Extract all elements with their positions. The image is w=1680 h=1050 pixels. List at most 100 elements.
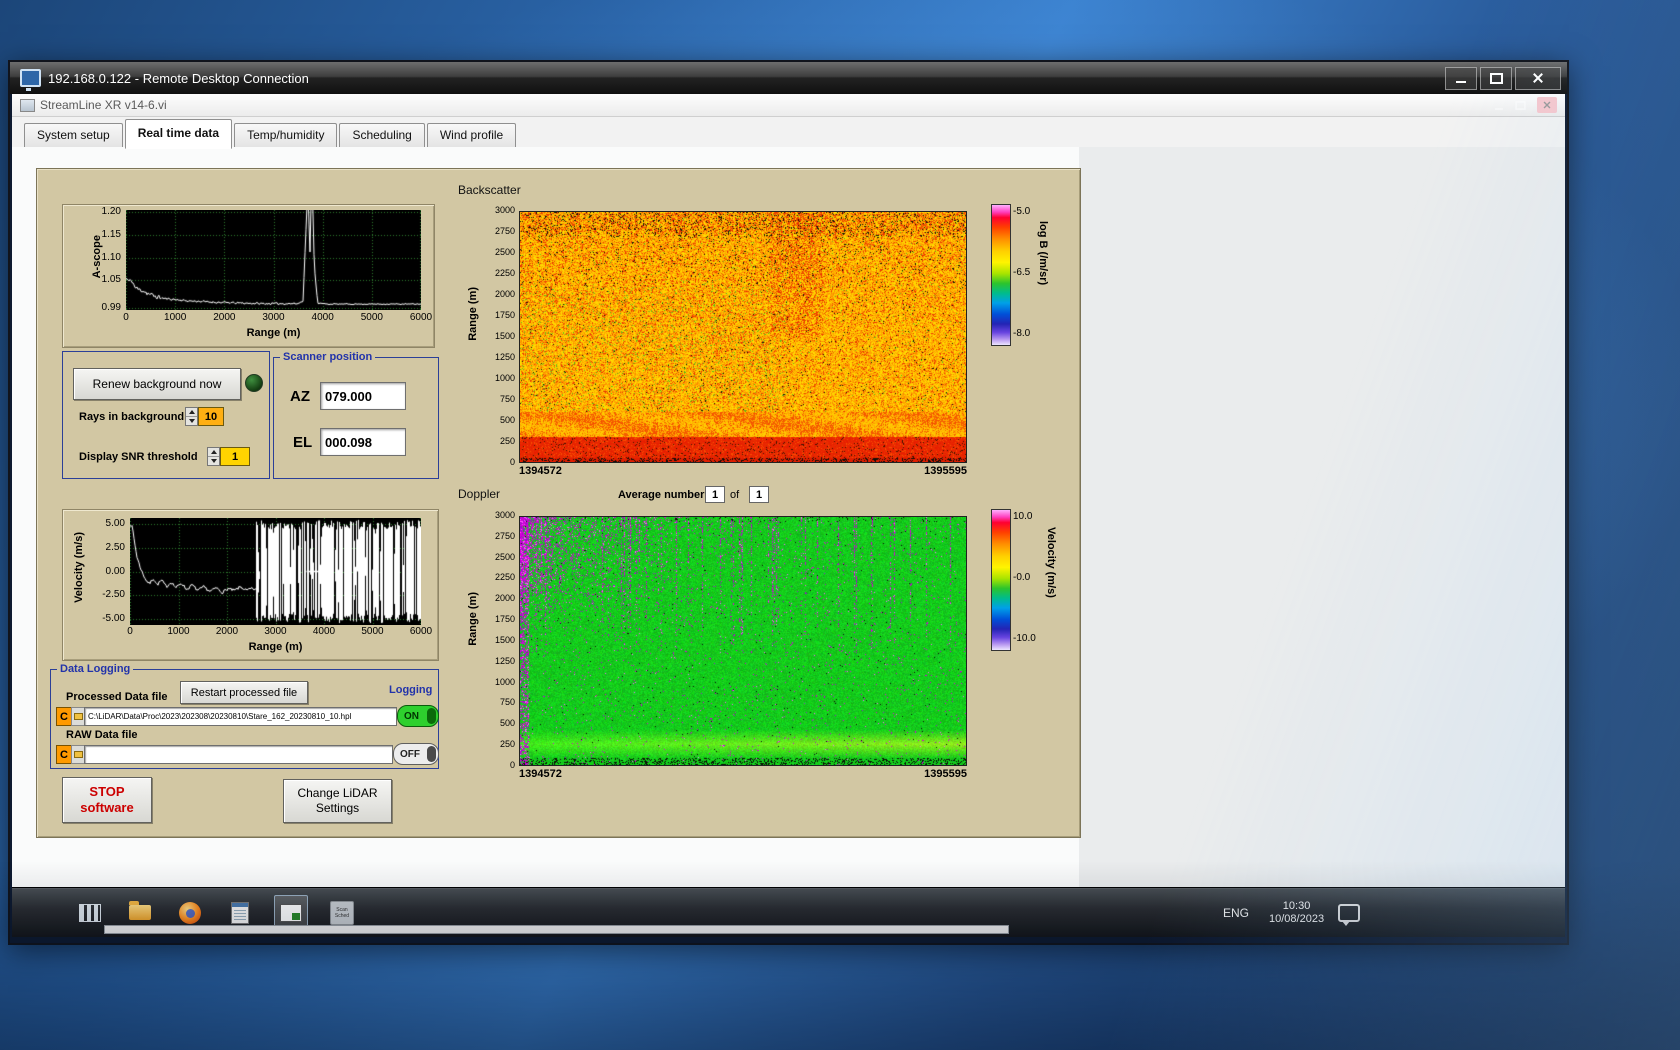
snr-threshold-label: Display SNR threshold	[79, 451, 198, 463]
app-maximize-icon[interactable]	[1515, 100, 1526, 110]
restart-processed-file-button[interactable]: Restart processed file	[180, 681, 308, 704]
velocity-plot-frame: Velocity (m/s) 5.00 2.50 0.00 -2.50 -5.00 0 1…	[62, 509, 439, 661]
clock-date: 10/08/2023	[1269, 912, 1325, 925]
range-tick-label: 1250	[494, 655, 515, 666]
range-tick-label: 2250	[494, 268, 515, 278]
average-total-field[interactable]: 1	[749, 486, 769, 503]
velocity-plot	[130, 518, 421, 625]
backscatter-heatmap	[519, 211, 967, 463]
maximize-icon	[1489, 72, 1503, 84]
ascope-plot-frame: A-scope 1.20 1.15 1.10 1.05 0.99 0 1000 2000 30…	[62, 204, 435, 348]
y-tick-label: 0.00	[105, 565, 125, 577]
system-tray: ENG 10:30 10/08/2023	[1217, 888, 1361, 937]
tab-system-setup[interactable]: System setup	[24, 123, 123, 148]
rdp-close-button[interactable]	[1515, 66, 1561, 90]
taskbar-scan-scheduler[interactable]: Scan Sched	[326, 896, 358, 930]
rays-spinner[interactable]	[185, 407, 198, 426]
rdp-maximize-button[interactable]	[1480, 66, 1512, 90]
average-of-label: of	[730, 489, 740, 501]
logging-label: Logging	[389, 684, 433, 696]
el-label: EL	[293, 434, 313, 451]
processed-drive-selector[interactable]: C	[56, 707, 72, 726]
tab-scheduling[interactable]: Scheduling	[339, 123, 425, 148]
tab-temp-humidity[interactable]: Temp/humidity	[234, 123, 338, 148]
y-tick-label: 0.99	[101, 301, 121, 313]
rdp-titlebar[interactable]: 192.168.0.122 - Remote Desktop Connectio…	[10, 62, 1567, 94]
colorbar-tick-label: -6.5	[1013, 267, 1031, 278]
backscatter-x-start: 1394572	[519, 465, 562, 477]
y-tick-label: -5.00	[102, 613, 125, 625]
range-tick-label: 1000	[494, 373, 515, 383]
taskbar-firefox[interactable]	[174, 896, 206, 930]
doppler-colorbar-label: Velocity (m/s)	[1045, 527, 1057, 598]
tab-wind-profile[interactable]: Wind profile	[426, 123, 517, 148]
velocity-x-axis-label: Range (m)	[248, 641, 303, 653]
rdp-window: 192.168.0.122 - Remote Desktop Connectio…	[8, 60, 1569, 945]
y-tick-label: 1.15	[101, 229, 121, 240]
velocity-y-ticks: 5.00 2.50 0.00 -2.50 -5.00	[87, 518, 127, 625]
snr-spinner[interactable]	[207, 447, 220, 466]
close-icon	[1543, 101, 1551, 109]
taskbar-notepad[interactable]	[224, 896, 256, 930]
range-tick-label: 750	[499, 697, 515, 708]
range-tick-label: 3000	[494, 510, 515, 520]
stop-software-button[interactable]: STOP software	[62, 777, 152, 823]
range-tick-label: 2500	[494, 247, 515, 257]
range-tick-label: 500	[499, 718, 515, 729]
el-value-field[interactable]: 000.098	[320, 428, 406, 456]
folder-icon	[129, 901, 151, 920]
raw-data-file-label: RAW Data file	[66, 729, 138, 741]
taskbar-clock[interactable]: 10:30 10/08/2023	[1269, 900, 1324, 926]
range-tick-label: 500	[499, 415, 515, 425]
remote-taskbar: Scan Sched ENG 10:30 10/08/2023	[12, 887, 1565, 937]
backscatter-x-labels: 1394572 1395595	[519, 465, 967, 477]
x-tick-label: 4000	[311, 312, 334, 323]
rays-value-field[interactable]: 10	[198, 407, 224, 426]
taskbar-streamline-app[interactable]	[274, 894, 308, 931]
processed-logging-toggle[interactable]: ON	[397, 705, 439, 727]
range-tick-label: 1000	[494, 676, 515, 687]
doppler-x-labels: 1394572 1395595	[519, 768, 967, 780]
x-tick-label: 3000	[264, 626, 287, 637]
stop-line1: STOP	[89, 784, 125, 799]
range-tick-label: 0	[509, 457, 515, 467]
raw-drive-selector[interactable]: C	[56, 745, 72, 764]
range-tick-label: 1750	[494, 614, 515, 625]
renew-background-button[interactable]: Renew background now	[73, 368, 241, 400]
backscatter-x-end: 1395595	[924, 465, 967, 477]
raw-logging-toggle[interactable]: OFF	[393, 743, 439, 765]
raw-browse-icon[interactable]	[71, 745, 85, 764]
background-controls-group: Renew background now Rays in background …	[62, 351, 270, 479]
x-tick-label: 0	[127, 626, 133, 637]
az-value-field[interactable]: 079.000	[320, 382, 406, 410]
data-logging-group: Data Logging Processed Data file Restart…	[50, 662, 439, 769]
taskbar-start-button[interactable]	[74, 896, 106, 930]
doppler-y-ticks: 3000 2750 2500 2250 2000 1750 1500 1250 1000 750 5…	[481, 510, 515, 770]
snr-value-field[interactable]: 1	[220, 447, 250, 466]
rdp-minimize-button[interactable]	[1445, 66, 1477, 90]
app-titlebar[interactable]: StreamLine XR v14-6.vi	[12, 94, 1565, 117]
processed-browse-icon[interactable]	[71, 707, 85, 726]
tab-real-time-data[interactable]: Real time data	[124, 119, 233, 149]
language-indicator[interactable]: ENG	[1217, 902, 1255, 924]
range-tick-label: 2500	[494, 551, 515, 562]
app-close-button[interactable]	[1537, 97, 1557, 113]
app-minimize-icon[interactable]	[1495, 107, 1503, 110]
processed-path-input[interactable]: C:\LiDAR\Data\Proc\2023\202308\20230810\…	[84, 707, 397, 726]
x-tick-label: 1000	[164, 312, 187, 323]
average-number-field[interactable]: 1	[705, 486, 725, 503]
average-number-label: Average number	[618, 489, 705, 501]
range-tick-label: 1500	[494, 331, 515, 341]
doppler-colorbar	[991, 509, 1011, 651]
y-tick-label: 1.20	[101, 206, 121, 218]
doppler-x-end: 1395595	[924, 768, 967, 780]
raw-path-input[interactable]	[84, 745, 393, 764]
colorbar-tick-label: -10.0	[1013, 633, 1036, 644]
range-tick-label: 1250	[494, 352, 515, 362]
toggle-lever	[427, 746, 436, 762]
notification-icon[interactable]	[1338, 903, 1361, 926]
processed-data-file-label: Processed Data file	[66, 691, 168, 703]
backscatter-title: Backscatter	[458, 183, 521, 197]
change-lidar-settings-button[interactable]: Change LiDAR Settings	[283, 779, 392, 823]
taskbar-file-explorer[interactable]	[124, 896, 156, 930]
